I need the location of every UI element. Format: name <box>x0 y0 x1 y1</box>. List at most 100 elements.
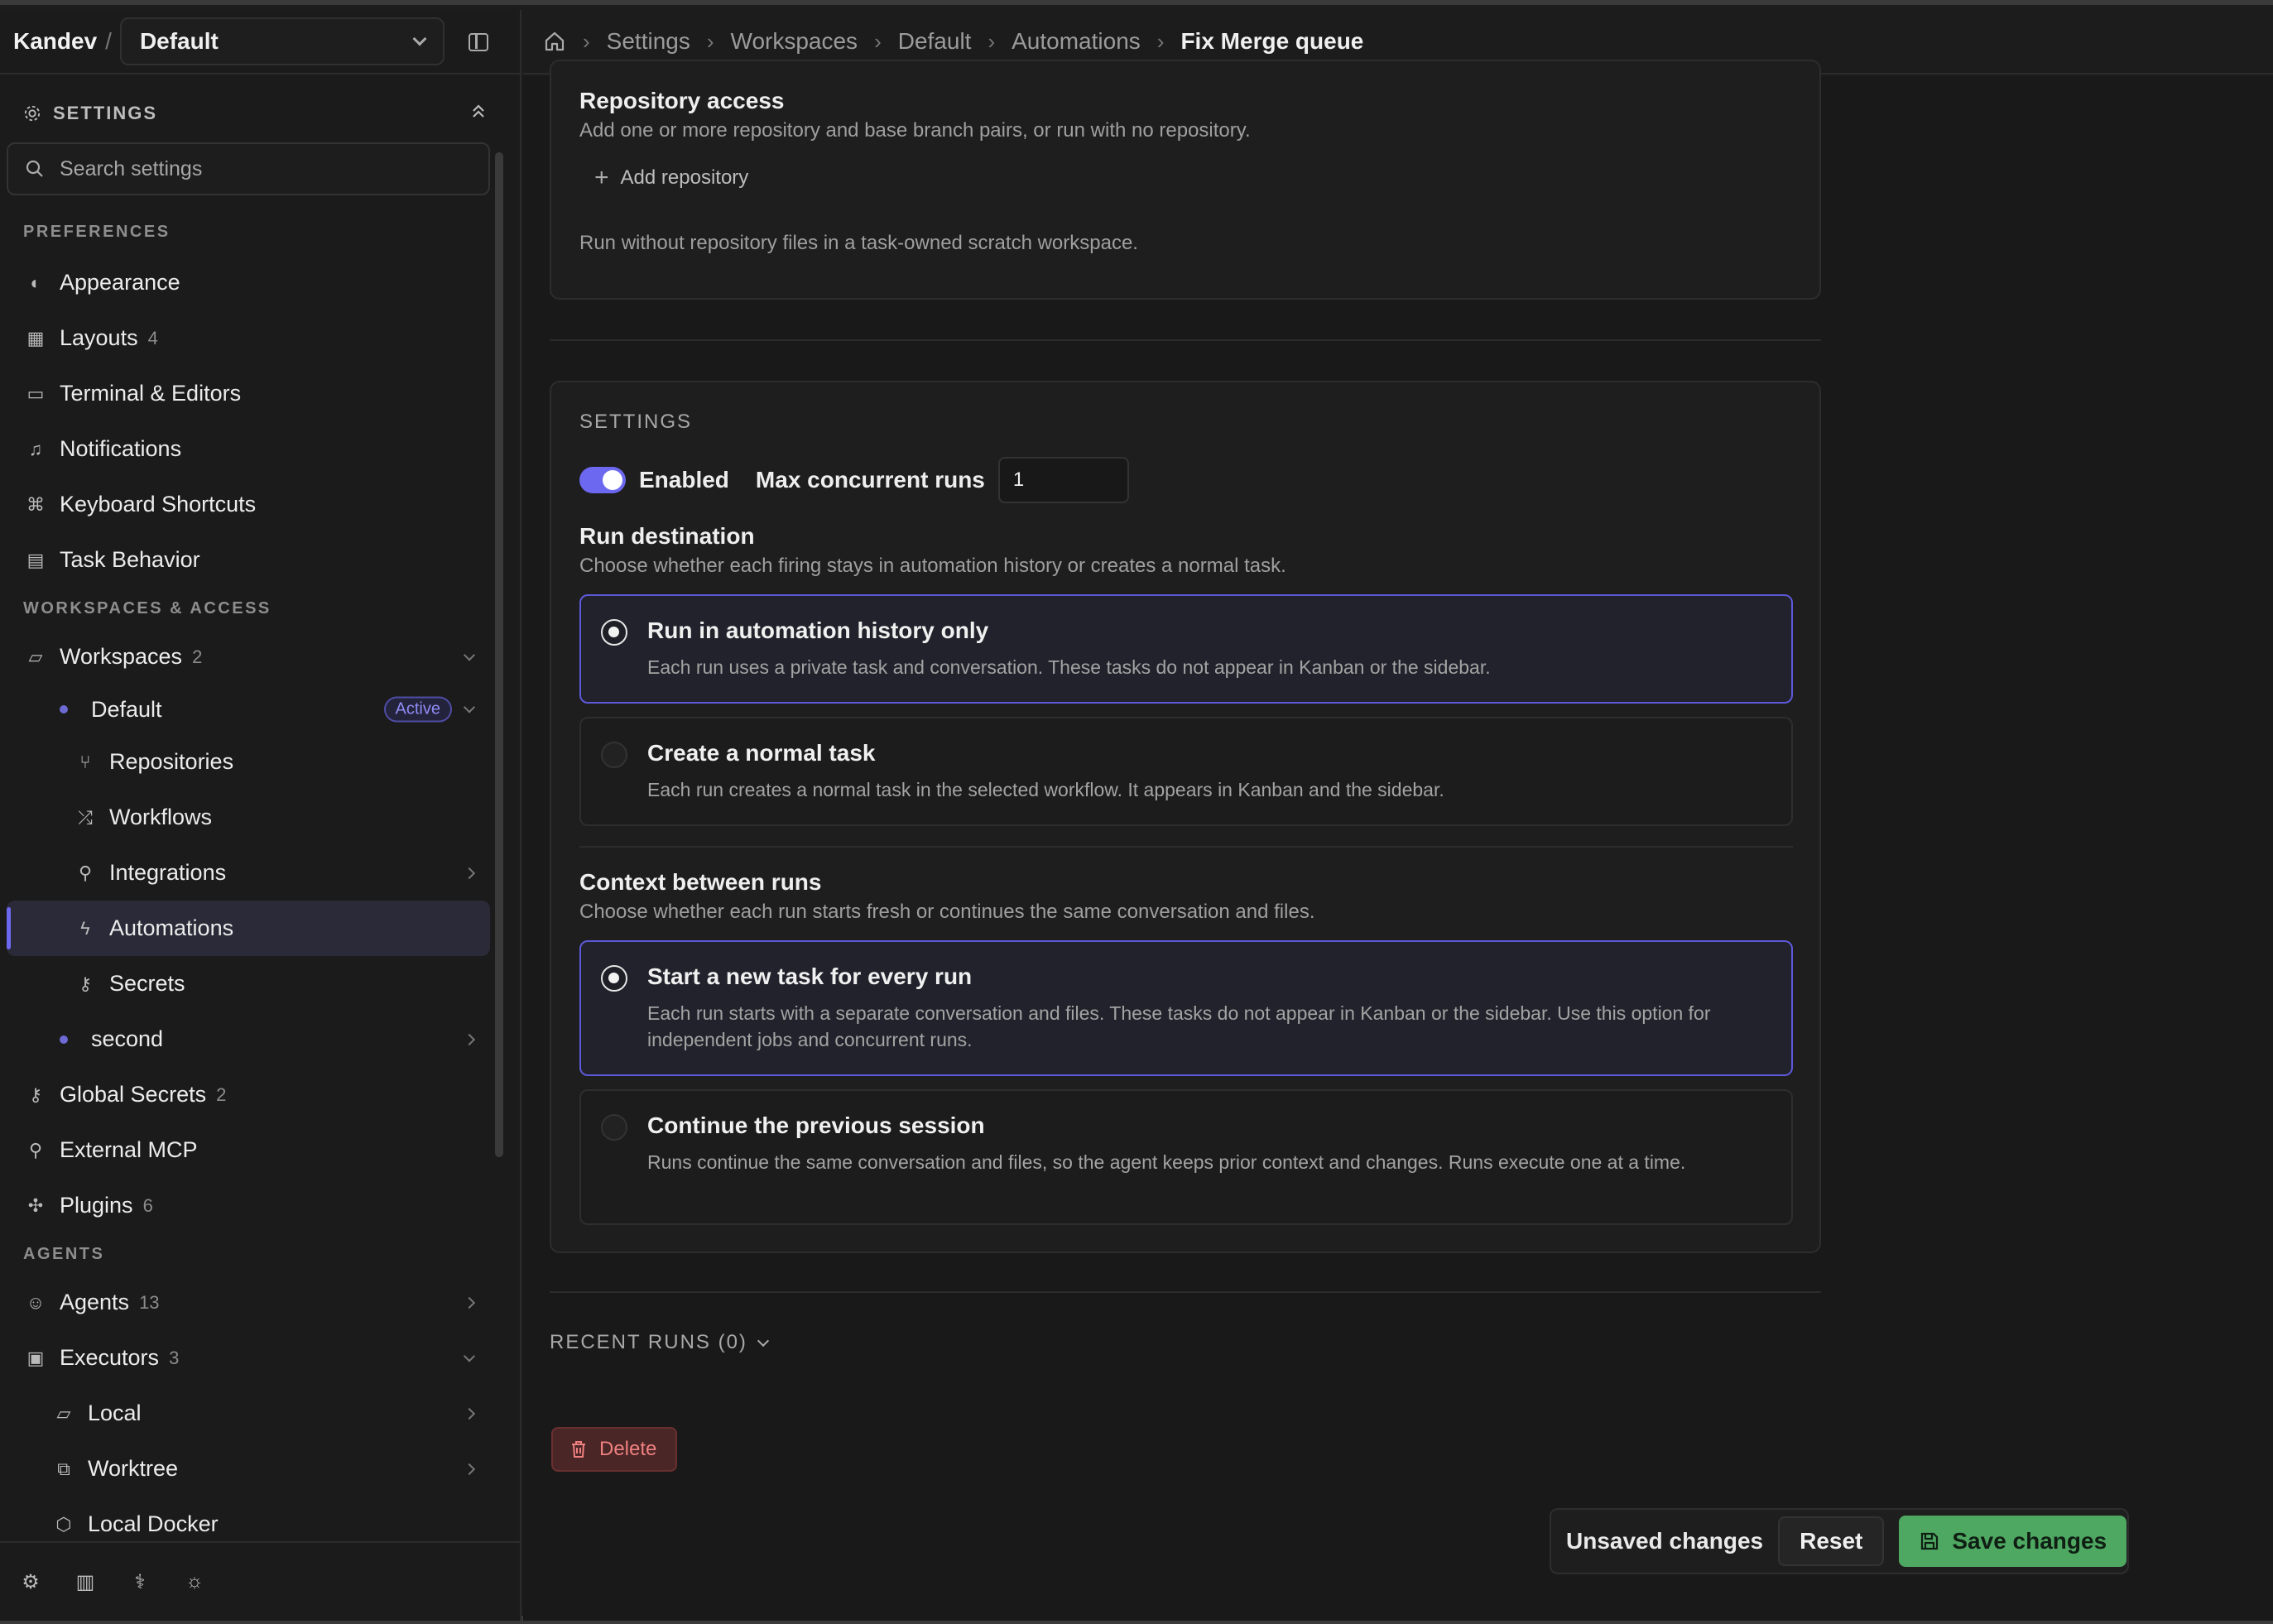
workspace-select-value: Default <box>139 28 219 54</box>
nav-item-plugins[interactable]: ✣ Plugins 6 <box>0 1178 497 1233</box>
nav-item-notifications[interactable]: ♫ Notifications <box>0 421 497 477</box>
settings-header: SETTINGS <box>23 103 487 124</box>
sidebar-toggle-icon[interactable] <box>469 33 488 51</box>
nav-item-secrets[interactable]: ⚷ Secrets <box>0 956 497 1011</box>
stethoscope-icon[interactable]: ⚕ <box>127 1569 152 1594</box>
option-automation-history[interactable]: Run in automation history only Each run … <box>579 594 1793 704</box>
nav-label: Local Docker <box>88 1511 219 1536</box>
nav-item-executors[interactable]: ▣ Executors 3 <box>0 1330 497 1386</box>
nav-item-workspace-default[interactable]: Default Active <box>0 685 497 734</box>
nav-label: Executors <box>60 1345 160 1370</box>
nav-label: Secrets <box>109 971 185 996</box>
chevron-right-icon[interactable] <box>463 1407 476 1420</box>
nav-item-workspaces[interactable]: ▱ Workspaces 2 <box>0 629 497 685</box>
brand-separator: / <box>105 28 112 54</box>
chevron-right-icon[interactable] <box>463 1296 476 1309</box>
nav-item-workspace-second[interactable]: second <box>0 1011 497 1067</box>
key-icon: ⚷ <box>28 1083 43 1105</box>
nav-label: Layouts <box>60 325 138 350</box>
max-runs-input[interactable] <box>997 457 1129 503</box>
nav-label: Task Behavior <box>60 547 200 572</box>
nav-label: Integrations <box>109 860 227 885</box>
nav-item-terminal[interactable]: ▭ Terminal & Editors <box>0 366 497 421</box>
crumb-settings[interactable]: Settings <box>607 28 690 55</box>
divider <box>550 339 1821 341</box>
unsaved-label: Unsaved changes <box>1566 1528 1764 1554</box>
divider <box>579 846 1793 848</box>
nav-label: External MCP <box>60 1137 198 1162</box>
nav-label: second <box>91 1026 164 1051</box>
shuffle-icon: ⤮ <box>78 806 93 828</box>
option-normal-task[interactable]: Create a normal task Each run creates a … <box>579 717 1793 826</box>
nav-item-appearance[interactable]: ◐ Appearance <box>0 255 497 310</box>
crumb-automations[interactable]: Automations <box>1012 28 1141 55</box>
nav-item-workflows[interactable]: ⤮ Workflows <box>0 790 497 845</box>
nav-item-keyboard-shortcuts[interactable]: ⌘ Keyboard Shortcuts <box>0 477 497 532</box>
save-icon <box>1921 1532 1939 1550</box>
repo-access-title: Repository access <box>579 88 785 113</box>
nav-label: Default <box>91 696 162 722</box>
option-title: Continue the previous session <box>647 1112 985 1138</box>
nav-item-external-mcp[interactable]: ⚲ External MCP <box>0 1122 497 1178</box>
settings-nav: PREFERENCES ◐ Appearance ▦ Layouts 4 ▭ T… <box>0 209 497 1552</box>
archive-icon: ▤ <box>26 549 45 570</box>
section-agents: AGENTS <box>23 1244 105 1263</box>
save-button[interactable]: Save changes <box>1899 1516 2127 1567</box>
nav-label: Workflows <box>109 805 213 829</box>
radio-selected[interactable] <box>601 619 627 646</box>
layout-icon: ▦ <box>26 327 45 348</box>
nav-item-layouts[interactable]: ▦ Layouts 4 <box>0 310 497 366</box>
reset-button[interactable]: Reset <box>1778 1516 1885 1566</box>
command-icon: ⌘ <box>26 493 45 515</box>
collapse-icon[interactable] <box>470 103 487 127</box>
delete-button[interactable]: Delete <box>551 1427 677 1472</box>
radio-selected[interactable] <box>601 965 627 992</box>
nav-item-task-behavior[interactable]: ▤ Task Behavior <box>0 532 497 588</box>
option-new-task-every-run[interactable]: Start a new task for every run Each run … <box>579 940 1793 1076</box>
bolt-icon: ϟ <box>80 917 90 939</box>
nav-item-integrations[interactable]: ⚲ Integrations <box>0 845 497 901</box>
radio-unselected[interactable] <box>601 1114 627 1141</box>
repository-access-card: Repository access Add one or more reposi… <box>550 60 1821 300</box>
divider <box>550 1291 1821 1293</box>
chevron-right-icon[interactable] <box>463 1463 476 1475</box>
option-title: Run in automation history only <box>647 617 989 643</box>
max-runs-label: Max concurrent runs <box>755 467 985 492</box>
section-workspaces-access: WORKSPACES & ACCESS <box>23 598 272 617</box>
home-icon[interactable] <box>543 30 566 53</box>
run-destination-title: Run destination <box>579 523 755 549</box>
nav-item-global-secrets[interactable]: ⚷ Global Secrets 2 <box>0 1067 497 1122</box>
nav-label: Automations <box>109 915 234 940</box>
chevron-right-icon[interactable] <box>463 867 476 879</box>
sidebar-scrollbar[interactable] <box>495 152 503 1157</box>
sidebar-topbar: Kandev / Default <box>0 10 521 74</box>
add-repository-button[interactable]: + Add repository <box>594 164 748 192</box>
search-input[interactable] <box>60 156 457 181</box>
chevron-right-icon: › <box>583 28 590 54</box>
nav-item-repositories[interactable]: ⑂ Repositories <box>0 734 497 790</box>
workspace-select[interactable]: Default <box>119 17 445 65</box>
chevron-down-icon[interactable] <box>463 648 476 661</box>
chevron-down-icon[interactable] <box>463 701 476 714</box>
radio-unselected[interactable] <box>601 742 627 768</box>
sun-icon[interactable]: ☼ <box>182 1569 207 1594</box>
crumb-current: Fix Merge queue <box>1180 28 1364 54</box>
nav-item-automations[interactable]: ϟ Automations <box>7 901 490 956</box>
crumb-workspaces[interactable]: Workspaces <box>731 28 858 55</box>
option-continue-session[interactable]: Continue the previous session Runs conti… <box>579 1089 1793 1225</box>
nav-item-worktree[interactable]: ⧉ Worktree <box>0 1441 497 1497</box>
enabled-toggle[interactable] <box>579 467 626 493</box>
box-icon: ⬡ <box>55 1513 72 1535</box>
chevron-down-icon[interactable] <box>463 1349 476 1362</box>
search-field[interactable] <box>7 142 490 195</box>
bar-chart-icon[interactable]: ▥ <box>73 1569 98 1594</box>
chevron-right-icon[interactable] <box>463 1033 476 1045</box>
gear-icon[interactable]: ⚙ <box>18 1569 43 1594</box>
recent-runs-toggle[interactable]: RECENT RUNS (0) <box>550 1331 769 1354</box>
nav-label: Notifications <box>60 436 182 461</box>
context-title: Context between runs <box>579 869 822 895</box>
nav-item-agents[interactable]: ☺ Agents 13 <box>0 1275 497 1330</box>
workspace-dot <box>60 1035 68 1044</box>
nav-item-local[interactable]: ▱ Local <box>0 1386 497 1441</box>
crumb-default[interactable]: Default <box>898 28 972 55</box>
